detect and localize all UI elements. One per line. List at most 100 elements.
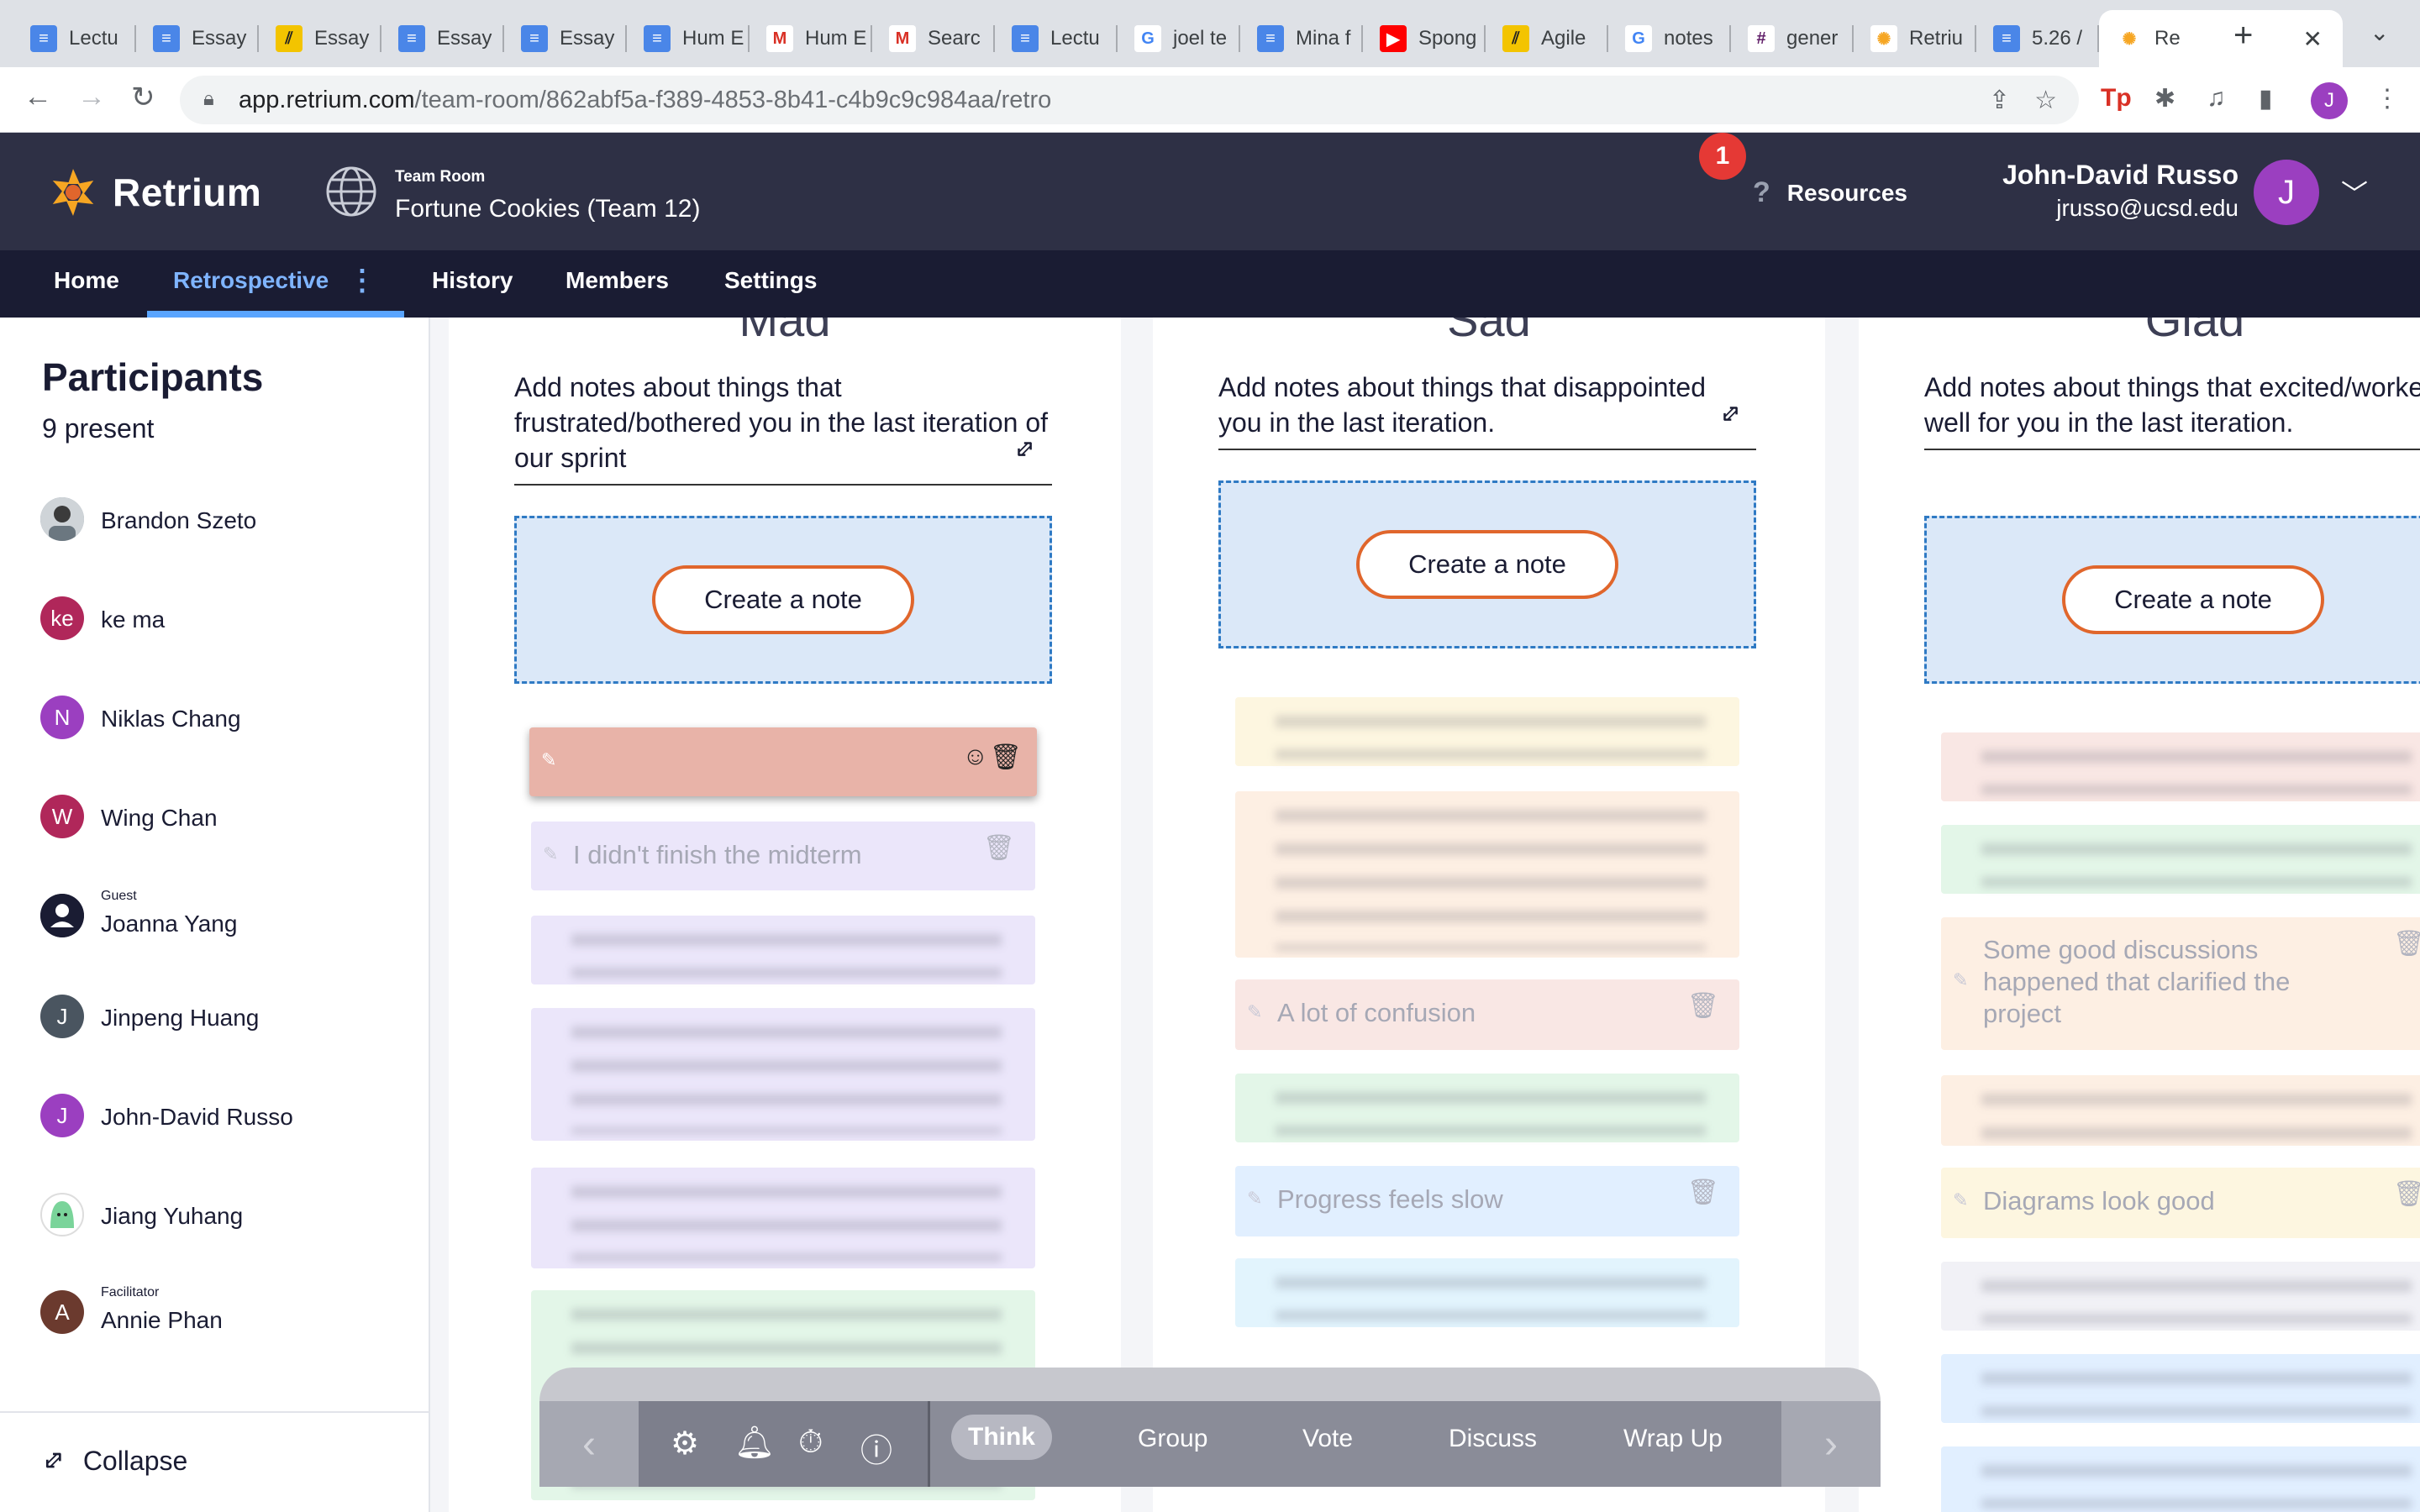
note-card[interactable] (531, 916, 1035, 984)
note-card[interactable] (1235, 791, 1739, 958)
pencil-icon[interactable]: ✎ (1953, 1189, 1968, 1211)
browser-tab[interactable]: ≡ Hum E (627, 10, 750, 67)
note-card[interactable] (1235, 1258, 1739, 1327)
browser-tab[interactable]: ≡ 5.26 / (1976, 10, 2099, 67)
trash-icon[interactable]: 🗑︎ (1687, 991, 1719, 1021)
lock-icon[interactable]: 🔒︎ (203, 87, 214, 111)
note-card[interactable]: ✎ Some good discussions happened that cla… (1941, 917, 2420, 1050)
browser-tab[interactable]: ≡ Lectu (995, 10, 1118, 67)
note-card[interactable]: ✎ A lot of confusion 🗑︎ (1235, 979, 1739, 1050)
participant-row[interactable]: Jiang Yuhang (40, 1188, 410, 1238)
trash-icon[interactable]: 🗑︎ (2393, 929, 2420, 958)
browser-tab-active[interactable]: ✺ Re ✕ (2099, 10, 2343, 67)
note-card[interactable]: ✎ I didn't finish the midterm 🗑︎ (531, 822, 1035, 890)
note-dropzone[interactable]: Create a note (1218, 480, 1756, 648)
note-card[interactable] (1941, 732, 2420, 801)
emoji-icon[interactable]: ☺ (962, 743, 988, 771)
phase-vote[interactable]: Vote (1302, 1425, 1353, 1453)
forward-icon[interactable]: → (77, 81, 106, 113)
pencil-icon[interactable]: ✎ (543, 843, 558, 865)
pencil-icon[interactable]: ✎ (1953, 969, 1968, 991)
back-icon[interactable]: ← (24, 81, 52, 113)
participant-row[interactable]: J Jinpeng Huang (40, 990, 410, 1040)
collapse-button[interactable]: ⇕ Collapse (34, 1442, 187, 1479)
browser-tab[interactable]: ≡ Essay (381, 10, 504, 67)
phase-discuss[interactable]: Discuss (1449, 1425, 1537, 1453)
trash-icon[interactable]: 🗑︎ (990, 743, 1022, 772)
next-phase-button[interactable]: › (1781, 1401, 1881, 1487)
nav-history[interactable]: History (432, 267, 513, 294)
note-card[interactable] (1235, 1074, 1739, 1142)
browser-tab[interactable]: ≡ Essay (504, 10, 627, 67)
browser-tab[interactable]: ▶ Spong (1363, 10, 1486, 67)
create-note-button[interactable]: Create a note (2062, 565, 2324, 634)
note-card[interactable] (1941, 1446, 2420, 1512)
browser-tab[interactable]: ≡ Mina f (1240, 10, 1363, 67)
pencil-icon[interactable]: ✎ (541, 749, 556, 771)
participant-row[interactable]: A Facilitator Annie Phan (40, 1285, 410, 1336)
note-card[interactable]: ✎ ☺ 🗑︎ (529, 727, 1037, 796)
browser-tab[interactable]: ✺ Retriu (1854, 10, 1976, 67)
participant-row[interactable]: Guest Joanna Yang (40, 889, 410, 939)
participant-row[interactable]: ke ke ma (40, 591, 410, 642)
phase-wrap-up[interactable]: Wrap Up (1623, 1425, 1723, 1453)
nav-members[interactable]: Members (566, 267, 669, 294)
note-card[interactable] (1235, 697, 1739, 766)
note-card[interactable] (1941, 825, 2420, 894)
nav-settings[interactable]: Settings (724, 267, 817, 294)
create-note-button[interactable]: Create a note (652, 565, 914, 634)
pencil-icon[interactable]: ✎ (1247, 1188, 1262, 1210)
note-dropzone[interactable]: Create a note (514, 516, 1052, 684)
bookmark-star-icon[interactable]: ☆ (2034, 86, 2057, 115)
phase-group[interactable]: Group (1138, 1425, 1207, 1453)
note-card[interactable]: ✎ Diagrams look good 🗑︎ (1941, 1168, 2420, 1238)
close-tab-icon[interactable]: ✕ (2303, 25, 2323, 53)
address-bar[interactable]: 🔒︎ app.retrium.com/team-room/862abf5a-f3… (180, 76, 2079, 124)
previous-phase-button[interactable]: ‹ (539, 1401, 639, 1487)
browser-profile-avatar[interactable]: J (2311, 82, 2348, 119)
nav-retrospective[interactable]: Retrospective (173, 267, 329, 294)
new-tab-icon[interactable]: + (2233, 17, 2253, 55)
chevron-down-icon[interactable]: ﹀ (2341, 173, 2368, 212)
browser-tab[interactable]: M Hum E (750, 10, 872, 67)
extensions-puzzle-icon[interactable]: ✱ (2154, 84, 2175, 113)
notification-badge[interactable]: 1 (1699, 133, 1746, 180)
retrium-logo[interactable]: Retrium (47, 166, 261, 218)
participant-row[interactable]: Brandon Szeto (40, 492, 410, 543)
info-icon[interactable]: ⓘ (860, 1425, 892, 1471)
extension-tp-icon[interactable]: Tp (2101, 84, 2132, 113)
note-card[interactable] (531, 1008, 1035, 1141)
tab-search-icon[interactable]: ⌄ (2370, 18, 2389, 46)
browser-tab[interactable]: ≡ Lectu (13, 10, 136, 67)
media-controls-icon[interactable]: ♫ (2207, 84, 2226, 113)
trash-icon[interactable]: 🗑︎ (983, 833, 1015, 863)
note-card[interactable] (1941, 1262, 2420, 1331)
note-dropzone[interactable]: Create a note (1924, 516, 2420, 684)
create-note-button[interactable]: Create a note (1356, 530, 1618, 599)
browser-tab[interactable]: M Searc (872, 10, 995, 67)
note-card[interactable]: ✎ Progress feels slow 🗑︎ (1235, 1166, 1739, 1236)
note-card[interactable] (1941, 1354, 2420, 1423)
browser-tab[interactable]: ⫽ Essay (259, 10, 381, 67)
participant-row[interactable]: N Niklas Chang (40, 690, 410, 741)
side-panel-icon[interactable]: ▮ (2259, 84, 2273, 113)
share-icon[interactable]: ⇪ (1989, 86, 2010, 115)
browser-tab[interactable]: Gjoel te (1118, 10, 1240, 67)
note-card[interactable] (1941, 1075, 2420, 1146)
phase-think[interactable]: Think (951, 1415, 1052, 1460)
participant-row[interactable]: W Wing Chan (40, 790, 410, 840)
trash-icon[interactable]: 🗑︎ (2393, 1179, 2420, 1209)
team-room-name[interactable]: Fortune Cookies (Team 12) (395, 195, 701, 223)
pencil-icon[interactable]: ✎ (1247, 1001, 1262, 1023)
browser-tab[interactable]: Gnotes (1608, 10, 1731, 67)
browser-tab[interactable]: ≡ Essay (136, 10, 259, 67)
participant-row[interactable]: J John-David Russo (40, 1089, 410, 1139)
browser-menu-icon[interactable]: ⋮ (2375, 84, 2400, 113)
user-avatar[interactable]: J (2254, 160, 2319, 225)
bell-icon[interactable]: 🔔︎ (734, 1425, 775, 1462)
reload-icon[interactable]: ↻ (131, 81, 155, 114)
retrospective-menu-icon[interactable]: ⋮ (348, 264, 376, 297)
trash-icon[interactable]: 🗑︎ (1687, 1178, 1719, 1207)
browser-tab[interactable]: ⫽ Agile (1486, 10, 1608, 67)
browser-tab[interactable]: # gener (1731, 10, 1854, 67)
